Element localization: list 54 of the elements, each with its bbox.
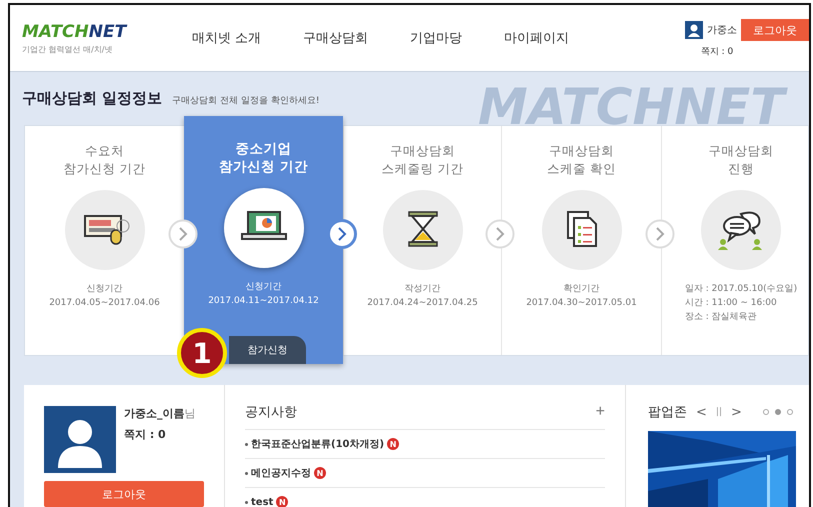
slide-dot[interactable] bbox=[774, 409, 781, 415]
slide-dot[interactable] bbox=[786, 409, 793, 415]
new-badge: N bbox=[387, 438, 400, 450]
apply-button[interactable]: 참가신청 bbox=[229, 336, 306, 364]
documents-icon bbox=[542, 190, 622, 270]
hourglass-icon bbox=[382, 190, 462, 270]
step-detail: 2017.04.05~2017.04.06 bbox=[49, 297, 160, 310]
avatar-icon bbox=[44, 406, 116, 473]
new-badge: N bbox=[276, 496, 288, 507]
period-label: 확인기간 bbox=[563, 283, 600, 296]
step-detail: 2017.04.24~2017.04.25 bbox=[367, 297, 478, 310]
step-card[interactable]: 구매상담회 스케줄링 기간 작성기간 2017.04.24~2017.04.25 bbox=[343, 126, 501, 355]
step-title: 중소기업 참가신청 기간 bbox=[219, 140, 308, 176]
nav-link[interactable]: 기업마당 bbox=[410, 29, 462, 47]
user-icon bbox=[685, 20, 703, 38]
keyboard-mouse-icon bbox=[64, 190, 144, 270]
step-card[interactable]: 구매상담회 진행 일자 : 2017.05.10(수요일) 시간 : 11:00 ~ 16:00 장소 : 잠실체육관 bbox=[661, 126, 809, 355]
step-detail: 2017.04.11~2017.04.12 bbox=[208, 295, 319, 308]
message-count: 쪽지 : 0 bbox=[124, 427, 167, 442]
step-title: 수요처 참가신청 기간 bbox=[64, 142, 146, 178]
more-button[interactable]: + bbox=[596, 403, 605, 421]
step-number-badge: 1 bbox=[177, 328, 227, 378]
profile-name: 가중소_이름님 bbox=[124, 406, 196, 421]
step-title: 구매상담회 진행 bbox=[708, 142, 774, 178]
period-label: 신청기간 bbox=[245, 281, 282, 294]
notice-link[interactable]: test bbox=[251, 496, 274, 507]
popup-zone-title: 팝업존 bbox=[648, 404, 687, 421]
laptop-chart-icon bbox=[224, 188, 304, 268]
step-title: 구매상담회 스케줄링 기간 bbox=[382, 142, 464, 178]
nav-link[interactable]: 구매상담회 bbox=[303, 29, 368, 47]
previous-button[interactable]: < bbox=[696, 404, 707, 420]
new-badge: N bbox=[314, 467, 326, 479]
step-detail: 장소 : 잠실체육관 bbox=[684, 311, 757, 324]
next-button[interactable]: > bbox=[730, 404, 742, 420]
logo[interactable]: MATCHNET bbox=[22, 22, 192, 42]
step-title: 구매상담회 스케줄 확인 bbox=[547, 142, 616, 178]
nav-link[interactable]: 마이페이지 bbox=[504, 29, 570, 47]
step-detail: 시간 : 11:00 ~ 16:00 bbox=[684, 297, 777, 310]
period-label: 신청기간 bbox=[86, 283, 122, 296]
nav-link[interactable]: 매치넷 소개 bbox=[192, 29, 262, 47]
step-card[interactable]: 구매상담회 스케줄 확인 확인기간 2017.04.30~2017.05.01 bbox=[501, 126, 661, 355]
step-detail: 2017.04.30~2017.05.01 bbox=[526, 297, 637, 310]
chat-bubbles-icon bbox=[701, 190, 781, 270]
section-title: 구매상담회 일정정보 bbox=[22, 89, 162, 108]
step-detail: 일자 : 2017.05.10(수요일) bbox=[684, 283, 798, 296]
tagline: 기업간 협력열선 매/치/넷 bbox=[22, 44, 114, 54]
message-count[interactable]: 쪽지 : 0 bbox=[700, 44, 734, 58]
notice-title: 공지사항 bbox=[245, 404, 297, 421]
slide-dot[interactable] bbox=[762, 409, 769, 415]
notice-link[interactable]: 메인공지수정 bbox=[251, 466, 311, 480]
notice-link[interactable]: 한국표준산업분류(10차개정) bbox=[251, 437, 384, 451]
period-label: 작성기간 bbox=[404, 283, 440, 296]
user-name: 가중소 bbox=[707, 24, 737, 36]
section-subtitle: 구매상담회 전체 일정을 확인하세요! bbox=[172, 95, 320, 107]
